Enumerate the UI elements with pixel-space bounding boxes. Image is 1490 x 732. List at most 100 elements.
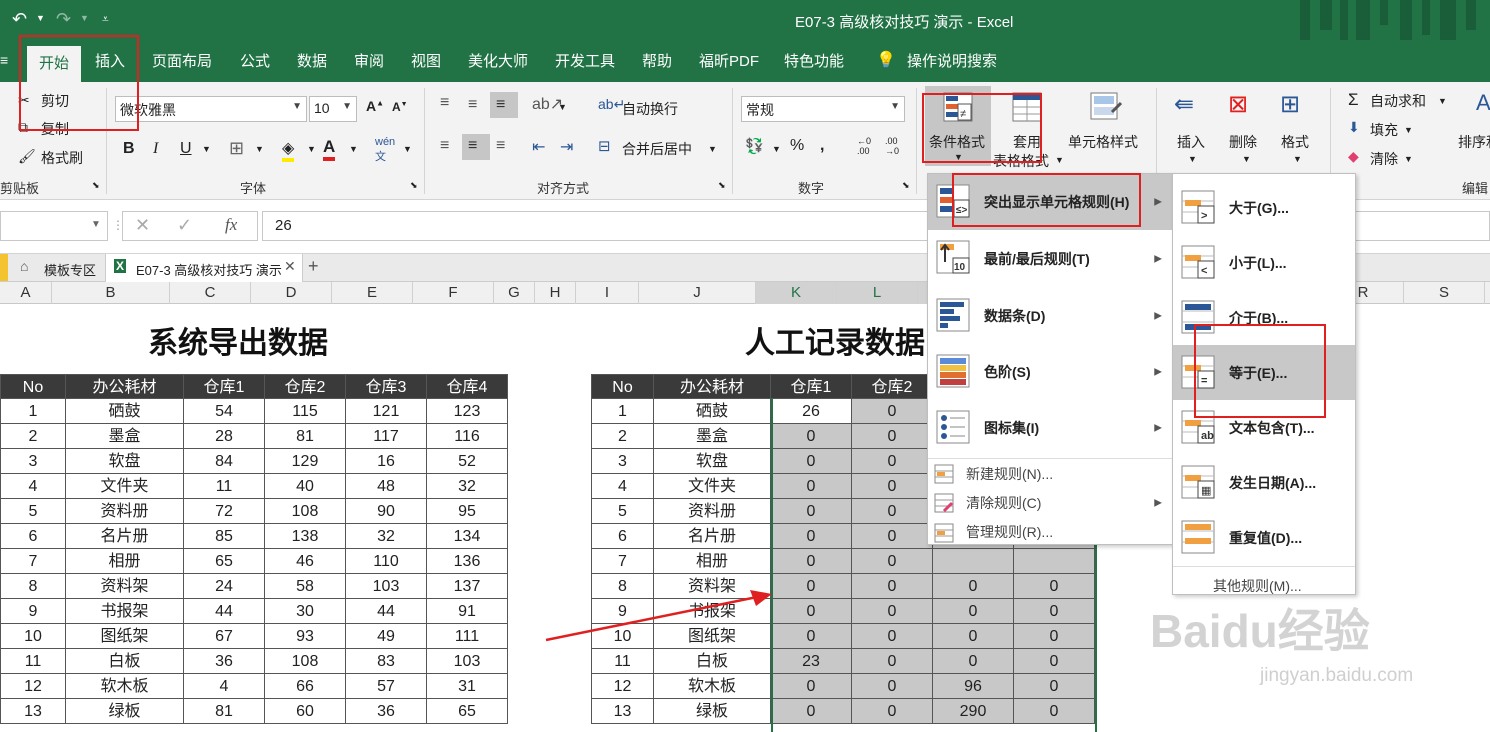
left_table-cell[interactable]: 8 [0,574,66,599]
orientation-dropdown-icon[interactable]: ▼ [558,102,567,112]
right_table-cell[interactable]: 0 [852,524,933,549]
tell-me-search[interactable]: 操作说明搜索 [907,50,997,71]
left_table-cell[interactable]: 111 [427,624,508,649]
left_table-cell[interactable]: 5 [0,499,66,524]
decrease-indent-icon[interactable]: ⇤ [532,137,545,157]
fill-color-icon[interactable]: ◈ [282,138,295,162]
menu-item-top-bottom-rules[interactable]: 10 最前/最后规则(T) ▶ [928,230,1172,288]
left_table-cell[interactable]: 30 [265,599,346,624]
left_table-cell[interactable]: 116 [427,424,508,449]
font-color-dropdown-icon[interactable]: ▼ [349,144,358,154]
left_table-cell[interactable]: 4 [0,474,66,499]
left_table-cell[interactable]: 1 [0,399,66,424]
right_table-cell[interactable]: 0 [852,649,933,674]
left_table-cell[interactable]: 52 [427,449,508,474]
format-dropdown-icon[interactable]: ▼ [1293,154,1302,164]
left_table-header-cell[interactable]: 仓库4 [427,374,508,399]
menu-item-clear-rules[interactable]: 清除规则(C) ▶ [928,488,1172,518]
left_table-cell[interactable]: 32 [427,474,508,499]
right_table-cell[interactable]: 0 [771,549,852,574]
right_table-cell[interactable] [1014,549,1095,574]
column-header-d[interactable]: D [251,282,332,304]
left_table-cell[interactable]: 16 [346,449,427,474]
font-size-combo[interactable]: 10 ▼ [309,96,357,122]
column-header-i[interactable]: I [576,282,639,304]
grow-font-icon[interactable]: A▲ [366,98,384,114]
right_table-cell[interactable]: 6 [591,524,654,549]
submenu-item-more-rules[interactable]: 其他规则(M)... [1173,566,1355,604]
left_table-cell[interactable]: 123 [427,399,508,424]
left_table-header-cell[interactable]: 仓库1 [184,374,265,399]
font-color-icon[interactable]: A [323,137,336,161]
right_table-cell[interactable]: 0 [771,674,852,699]
clear-button[interactable]: 清除 [1370,149,1398,169]
left_table-cell[interactable]: 11 [184,474,265,499]
close-tab-icon[interactable]: ✕ [284,258,296,275]
tab-beautify[interactable]: 美化大师 [468,50,528,71]
menu-item-highlight-rules[interactable]: ≤> 突出显示单元格规则(H) ▶ [928,174,1172,230]
tab-current-workbook[interactable]: X E07-3 高级核对技巧 演示 ✕ [105,254,303,282]
left_table-cell[interactable]: 2 [0,424,66,449]
left_table-cell[interactable]: 84 [184,449,265,474]
right_table-header-cell[interactable]: No [591,374,654,399]
fill-color-dropdown-icon[interactable]: ▼ [307,144,316,154]
right_table-cell[interactable]: 96 [933,674,1014,699]
right_table-cell[interactable]: 0 [852,399,933,424]
right_table-cell[interactable]: 硒鼓 [654,399,771,424]
right_table-cell[interactable]: 0 [1014,624,1095,649]
right_table-cell[interactable]: 软盘 [654,449,771,474]
border-dropdown-icon[interactable]: ▼ [255,144,264,154]
left_table-cell[interactable]: 资料架 [66,574,184,599]
delete-cells-button[interactable]: 删除 [1229,132,1257,152]
column-header-j[interactable]: J [639,282,756,304]
tab-home[interactable]: 开始 [27,46,82,82]
left_table-cell[interactable]: 134 [427,524,508,549]
right_table-cell[interactable]: 0 [771,474,852,499]
clear-dropdown-icon[interactable]: ▼ [1404,154,1413,164]
right_table-cell[interactable]: 12 [591,674,654,699]
right_table-cell[interactable]: 0 [933,599,1014,624]
phonetic-dropdown-icon[interactable]: ▼ [403,144,412,154]
underline-dropdown-icon[interactable]: ▼ [202,144,211,154]
right_table-cell[interactable]: 资料册 [654,499,771,524]
left_table-cell[interactable]: 103 [427,649,508,674]
wrap-text-button[interactable]: 自动换行 [622,99,678,119]
align-right-icon[interactable]: ≡ [496,137,505,155]
right_table-cell[interactable]: 0 [771,574,852,599]
left_table-header-cell[interactable]: 仓库2 [265,374,346,399]
right_table-cell[interactable]: 0 [852,474,933,499]
menu-item-new-rule[interactable]: 新建规则(N)... [928,458,1172,488]
comma-icon[interactable]: , [820,137,824,155]
right_table-cell[interactable]: 0 [771,599,852,624]
column-header-h[interactable]: H [535,282,576,304]
right_table-cell[interactable]: 0 [933,649,1014,674]
conditional-format-button[interactable]: ≠ 条件格式 ▼ [925,86,991,166]
format-cells-icon[interactable]: ⊞ [1280,90,1300,119]
right_table-cell[interactable]: 0 [933,624,1014,649]
insert-function-icon[interactable]: fx [225,215,237,235]
left_table-header-cell[interactable]: 仓库3 [346,374,427,399]
right_table-cell[interactable]: 0 [852,699,933,724]
left_table-cell[interactable]: 36 [184,649,265,674]
right_table-cell[interactable]: 26 [771,399,852,424]
left_table-cell[interactable]: 3 [0,449,66,474]
left_table-cell[interactable]: 11 [0,649,66,674]
left_table-cell[interactable]: 83 [346,649,427,674]
font-name-combo[interactable]: 微软雅黑 ▼ [115,96,307,122]
tab-insert[interactable]: 插入 [95,50,125,71]
submenu-item-equal-to[interactable]: = 等于(E)... [1173,345,1355,400]
right_table-header-cell[interactable]: 仓库2 [852,374,933,399]
number-format-combo[interactable]: 常规 ▼ [741,96,905,122]
column-header-s[interactable]: S [1404,282,1485,304]
submenu-item-duplicate-values[interactable]: 重复值(D)... [1173,510,1355,565]
column-header-a[interactable]: A [0,282,52,304]
clipboard-launcher-icon[interactable]: ⬊ [92,180,100,191]
redo-dropdown-icon[interactable]: ▼ [80,13,89,23]
tab-developer[interactable]: 开发工具 [555,50,615,71]
left_table-cell[interactable]: 资料册 [66,499,184,524]
left_table-cell[interactable]: 129 [265,449,346,474]
right_table-cell[interactable]: 0 [771,499,852,524]
right_table-cell[interactable]: 0 [852,624,933,649]
left_table-cell[interactable]: 93 [265,624,346,649]
left_table-cell[interactable]: 墨盒 [66,424,184,449]
